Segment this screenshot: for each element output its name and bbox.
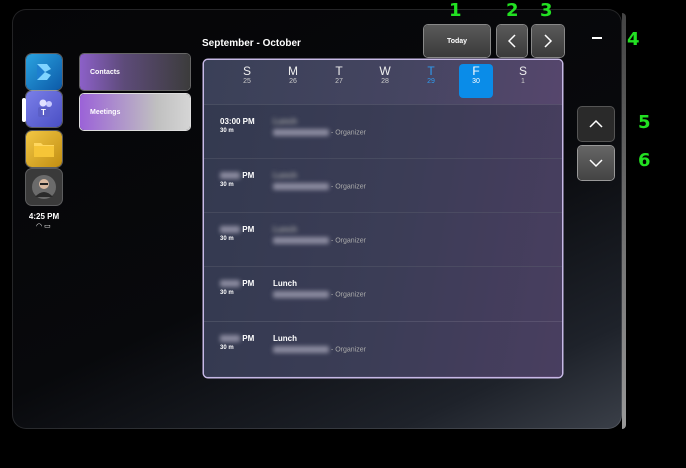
event-time: PM (220, 334, 254, 343)
event-organizer: - Organizer (273, 346, 366, 353)
day-thursday[interactable]: T 29 (414, 64, 448, 98)
event-organizer: - Organizer (273, 237, 366, 244)
event-duration: 30 m (220, 290, 234, 296)
scroll-up-button[interactable] (578, 107, 614, 141)
event-time: PM (220, 279, 254, 288)
day-number: 27 (335, 78, 343, 85)
calendar-panel: S 25 M 26 T 27 W 28 T 29 F 30 S1 03:00 PM 30 m… (204, 60, 562, 377)
day-number: 29 (427, 78, 435, 85)
event-organizer: - Organizer (273, 183, 366, 190)
event-row[interactable]: 03:00 PM 30 m Lunch - Organizer (204, 104, 562, 159)
event-time: PM (220, 225, 254, 234)
next-week-button[interactable] (532, 25, 564, 57)
event-title: Lunch (273, 225, 297, 234)
teams-app-icon[interactable]: T (26, 91, 62, 127)
chevron-down-icon (589, 159, 603, 168)
event-row[interactable]: PM 30 m Lunch - Organizer (204, 321, 562, 376)
day-letter: F (472, 64, 480, 78)
day-number: 28 (381, 78, 389, 85)
event-title: Lunch (273, 117, 297, 126)
event-row[interactable]: PM 30 m Lunch - Organizer (204, 266, 562, 321)
marker-1: 1 (449, 0, 462, 21)
event-duration: 30 m (220, 236, 234, 242)
event-duration: 30 m (220, 345, 234, 351)
day-saturday[interactable]: S1 (506, 64, 540, 98)
folder-icon[interactable] (26, 131, 62, 167)
event-organizer: - Organizer (273, 129, 366, 136)
day-letter: T (427, 64, 435, 78)
marker-2: 2 (506, 0, 519, 21)
status-time: 4:25 PM (28, 212, 60, 221)
wifi-icon: ◠ (36, 223, 45, 230)
meetings-button[interactable]: Meetings (80, 94, 190, 130)
status-icons: ◠▭ (36, 222, 53, 230)
battery-icon: ▭ (44, 223, 53, 230)
event-organizer: - Organizer (273, 291, 366, 298)
day-tuesday[interactable]: T 27 (322, 64, 356, 98)
scroll-down-button[interactable] (578, 146, 614, 180)
month-range-title: September - October (202, 38, 301, 49)
chevron-left-icon (507, 34, 516, 48)
event-time: 03:00 PM (220, 117, 255, 126)
day-friday-selected[interactable]: F 30 (459, 64, 493, 98)
today-button[interactable]: Today (424, 25, 490, 57)
chevron-up-icon (589, 119, 603, 128)
week-day-strip: S 25 M 26 T 27 W 28 T 29 F 30 S1 (204, 64, 562, 100)
event-title: Lunch (273, 334, 297, 343)
avatar-icon[interactable] (26, 169, 62, 205)
marker-5: 5 (638, 112, 651, 133)
svg-text:T: T (41, 108, 46, 117)
day-number: 1 (521, 78, 525, 85)
day-letter: M (288, 64, 298, 78)
event-title: Lunch (273, 279, 297, 288)
day-letter: W (379, 64, 391, 78)
day-number: 26 (289, 78, 297, 85)
day-number: 25 (243, 78, 251, 85)
event-duration: 30 m (220, 128, 234, 134)
day-monday[interactable]: M 26 (276, 64, 310, 98)
event-row[interactable]: PM 30 m Lunch - Organizer (204, 212, 562, 267)
day-sunday[interactable]: S 25 (230, 64, 264, 98)
day-number: 30 (472, 78, 480, 85)
contacts-button[interactable]: Contacts (80, 54, 190, 90)
bookings-app-icon[interactable] (26, 54, 62, 90)
day-letter: S (518, 64, 527, 78)
day-letter: S (242, 64, 251, 78)
previous-week-button[interactable] (497, 25, 527, 57)
chevron-right-icon (544, 34, 553, 48)
event-title: Lunch (273, 171, 297, 180)
day-wednesday[interactable]: W 28 (368, 64, 402, 98)
event-row[interactable]: PM 30 m Lunch - Organizer (204, 158, 562, 213)
event-duration: 30 m (220, 182, 234, 188)
marker-4: 4 (627, 29, 640, 50)
marker-3: 3 (540, 0, 553, 21)
event-time: PM (220, 171, 254, 180)
minimize-button[interactable] (592, 37, 602, 39)
marker-6: 6 (638, 150, 651, 171)
day-letter: T (335, 64, 343, 78)
